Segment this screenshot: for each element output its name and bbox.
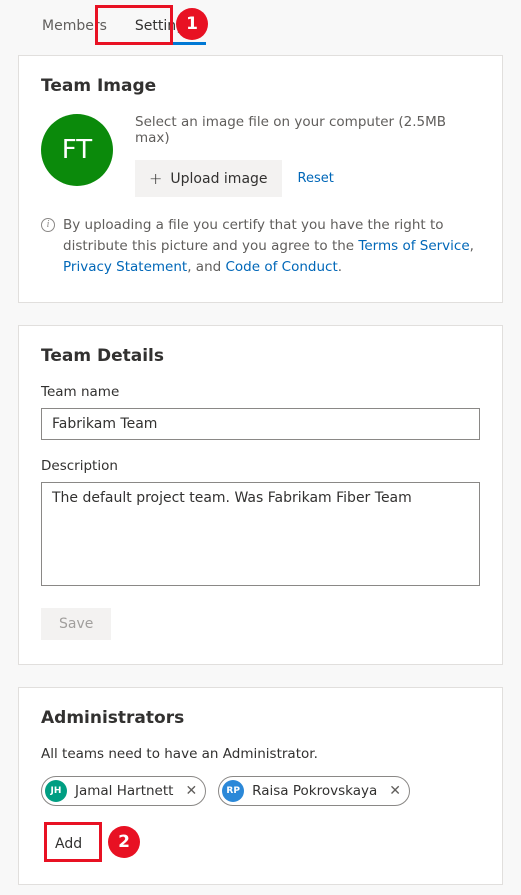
upload-image-button[interactable]: + Upload image <box>135 160 282 197</box>
reset-link[interactable]: Reset <box>298 171 334 186</box>
administrators-panel: Administrators All teams need to have an… <box>18 687 503 885</box>
add-admin-button[interactable]: Add <box>41 828 96 860</box>
team-details-title: Team Details <box>41 346 480 366</box>
coc-link[interactable]: Code of Conduct <box>226 259 338 275</box>
upload-row: + Upload image Reset <box>135 160 480 197</box>
administrators-title: Administrators <box>41 708 480 728</box>
team-image-title: Team Image <box>41 76 480 96</box>
save-button[interactable]: Save <box>41 608 111 640</box>
tab-settings[interactable]: Settings <box>121 10 206 45</box>
disclaimer-row: i By uploading a file you certify that y… <box>41 215 480 278</box>
admin-name: Raisa Pokrovskaya <box>252 783 377 799</box>
description-input[interactable] <box>41 482 480 586</box>
admin-chip[interactable]: JH Jamal Hartnett ✕ <box>41 776 206 806</box>
team-avatar: FT <box>41 114 113 186</box>
privacy-link[interactable]: Privacy Statement <box>63 259 187 275</box>
upload-hint: Select an image file on your computer (2… <box>135 114 480 146</box>
tos-link[interactable]: Terms of Service <box>358 238 469 254</box>
avatar: JH <box>45 780 67 802</box>
remove-admin-icon[interactable]: ✕ <box>389 783 401 799</box>
admin-chip-row: JH Jamal Hartnett ✕ RP Raisa Pokrovskaya… <box>41 776 480 806</box>
admin-chip[interactable]: RP Raisa Pokrovskaya ✕ <box>218 776 410 806</box>
image-row: FT Select an image file on your computer… <box>41 114 480 197</box>
tab-members[interactable]: Members <box>28 10 121 45</box>
disclaimer-text: By uploading a file you certify that you… <box>63 215 480 278</box>
tabs-bar: Members Settings <box>0 0 521 45</box>
team-name-label: Team name <box>41 384 480 400</box>
admins-hint: All teams need to have an Administrator. <box>41 746 480 762</box>
team-name-input[interactable] <box>41 408 480 440</box>
team-details-panel: Team Details Team name Description Save <box>18 325 503 665</box>
team-image-panel: Team Image FT Select an image file on yo… <box>18 55 503 303</box>
remove-admin-icon[interactable]: ✕ <box>185 783 197 799</box>
upload-image-label: Upload image <box>170 171 267 187</box>
avatar: RP <box>222 780 244 802</box>
description-label: Description <box>41 458 480 474</box>
image-col: Select an image file on your computer (2… <box>135 114 480 197</box>
plus-icon: + <box>149 169 162 188</box>
admin-name: Jamal Hartnett <box>75 783 173 799</box>
info-icon: i <box>41 218 55 232</box>
